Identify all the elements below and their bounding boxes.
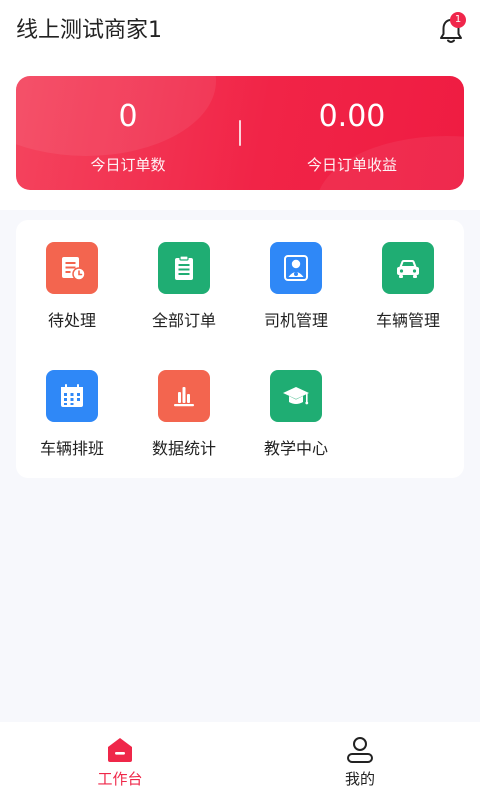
home-icon xyxy=(104,734,136,766)
menu-item-label: 全部订单 xyxy=(151,311,216,330)
today-revenue-label: 今日订单收益 xyxy=(306,156,397,174)
menu-item-label: 数据统计 xyxy=(151,439,216,458)
bar-chart-icon xyxy=(158,370,210,422)
function-menu: 待处理 全部订单 司机管理 车辆管理 车辆排班 数据统计 教学中心 xyxy=(16,220,464,478)
tab-label: 我的 xyxy=(344,770,375,788)
menu-item-vehicle-management[interactable]: 车辆管理 xyxy=(352,220,464,340)
today-orders-value: 0 xyxy=(118,99,138,134)
clipboard-icon xyxy=(158,242,210,294)
graduation-cap-icon xyxy=(270,370,322,422)
driver-icon xyxy=(270,242,322,294)
top-area: 线上测试商家1 1 0 今日订单数 0.00 今日订单收益 xyxy=(0,0,480,210)
car-icon xyxy=(382,242,434,294)
pending-doc-icon xyxy=(46,242,98,294)
menu-item-pending[interactable]: 待处理 xyxy=(16,220,128,340)
today-revenue-value: 0.00 xyxy=(318,99,386,134)
notification-button[interactable]: 1 xyxy=(436,12,466,46)
tab-workbench[interactable]: 工作台 xyxy=(0,722,240,800)
menu-item-label: 司机管理 xyxy=(263,311,328,330)
menu-item-data-statistics[interactable]: 数据统计 xyxy=(128,348,240,468)
page-title: 线上测试商家1 xyxy=(16,18,162,43)
menu-item-driver-management[interactable]: 司机管理 xyxy=(240,220,352,340)
menu-item-teaching-center[interactable]: 教学中心 xyxy=(240,348,352,468)
today-stats-card: 0 今日订单数 0.00 今日订单收益 xyxy=(16,76,464,190)
menu-item-label: 教学中心 xyxy=(263,439,328,458)
user-icon xyxy=(344,734,376,766)
menu-item-label: 待处理 xyxy=(47,311,96,330)
tab-mine[interactable]: 我的 xyxy=(240,722,480,800)
tab-label: 工作台 xyxy=(97,770,143,788)
today-orders-label: 今日订单数 xyxy=(90,156,166,174)
bottom-tab-bar: 工作台 我的 xyxy=(0,722,480,800)
menu-item-label: 车辆管理 xyxy=(375,311,440,330)
menu-item-label: 车辆排班 xyxy=(39,439,104,458)
menu-item-all-orders[interactable]: 全部订单 xyxy=(128,220,240,340)
menu-item-vehicle-scheduling[interactable]: 车辆排班 xyxy=(16,348,128,468)
today-orders-stat[interactable]: 0 今日订单数 xyxy=(16,98,240,176)
today-revenue-stat[interactable]: 0.00 今日订单收益 xyxy=(240,98,464,176)
calendar-icon xyxy=(46,370,98,422)
notification-badge: 1 xyxy=(450,12,466,28)
